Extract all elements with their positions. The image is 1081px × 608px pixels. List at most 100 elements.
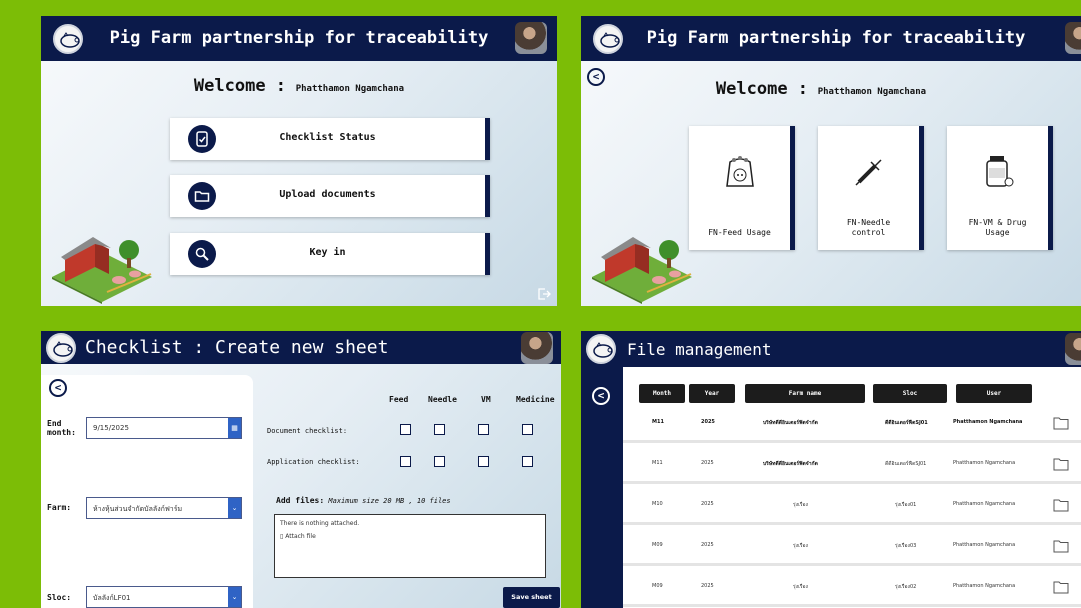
table-row[interactable]: M09 2025 รุ่งเรือง รุ่งเรือง02 Phatthamo… (623, 569, 1081, 607)
cell-month: M09 (652, 583, 663, 589)
folder-icon[interactable] (1053, 539, 1069, 553)
application-medicine-checkbox[interactable] (522, 456, 533, 467)
user-avatar[interactable] (521, 332, 553, 364)
farm-illustration-icon (592, 237, 692, 304)
welcome-label: Welcome : (715, 79, 809, 99)
key-in-button[interactable]: Key in (170, 233, 490, 275)
document-needle-checkbox[interactable] (434, 424, 445, 435)
upload-documents-button[interactable]: Upload documents (170, 175, 490, 217)
cell-sloc: ดีดีอินเตอร์ฟีดSJ01 (885, 420, 928, 426)
paperclip-icon: ▯ (280, 533, 284, 540)
save-sheet-button[interactable]: Save sheet (503, 587, 560, 608)
pig-logo-icon[interactable] (586, 334, 616, 364)
header-bar: Checklist : Create new sheet (41, 331, 561, 364)
sheet-form: < End month: 9/15/2025 ▦ Farm: ห้างหุ้นส่… (41, 375, 253, 608)
application-feed-checkbox[interactable] (400, 456, 411, 467)
cell-year: 2025 (701, 542, 714, 548)
document-medicine-checkbox[interactable] (522, 424, 533, 435)
column-vm: VM (481, 395, 491, 404)
table-row[interactable]: M10 2025 รุ่งเรือง รุ่งเรือง01 Phatthamo… (623, 487, 1081, 525)
add-files-label: Add files: Maximum size 20 MB , 10 files (276, 496, 451, 505)
calendar-icon[interactable]: ▦ (228, 418, 241, 438)
fn-needle-control-card[interactable]: FN-Needle control (818, 126, 924, 250)
cell-month: M11 (652, 419, 664, 425)
folder-icon[interactable] (1053, 580, 1069, 594)
header-user: User (956, 384, 1032, 403)
app-title: Pig Farm partnership for traceability (109, 28, 489, 48)
back-icon[interactable]: < (49, 379, 67, 397)
document-checklist-label: Document checklist: (267, 427, 348, 435)
application-vm-checkbox[interactable] (478, 456, 489, 467)
welcome-line: Welcome : Phatthamon Ngamchana (581, 79, 1071, 99)
table-row[interactable]: M11 2025 บริษัทดีดีอินเตอร์ฟิดจำกัด ดีดี… (623, 446, 1081, 484)
end-month-label: End month: (47, 419, 76, 437)
card-label: FN-VM & Drug Usage (968, 218, 1027, 237)
end-month-date-picker[interactable]: 9/15/2025 ▦ (86, 417, 242, 439)
cell-farm: รุ่งเรือง (793, 584, 808, 590)
table-row[interactable]: M11 2025 บริษัทดีดีอินเตอร์ฟิดจำกัด ดีดี… (623, 405, 1081, 443)
application-checklist-label: Application checklist: (267, 458, 360, 466)
cell-farm: รุ่งเรือง (793, 502, 808, 508)
cell-user: Phatthamon Ngamchana (953, 583, 1016, 589)
cell-user: Phatthamon Ngamchana (953, 542, 1016, 548)
user-avatar[interactable] (1065, 22, 1081, 54)
cell-farm: บริษัทดีดีอินเตอร์ฟิดจำกัด (763, 461, 818, 467)
page-title: Checklist : Create new sheet (85, 337, 389, 358)
table-row[interactable]: M09 2025 รุ่งเรือง รุ่งเรือง03 Phatthamo… (623, 528, 1081, 566)
fn-vm-drug-usage-card[interactable]: FN-VM & Drug Usage (947, 126, 1053, 250)
checklist-status-button[interactable]: Checklist Status (170, 118, 490, 160)
folder-icon[interactable] (1053, 416, 1069, 430)
document-feed-checkbox[interactable] (400, 424, 411, 435)
farm-illustration-icon (52, 237, 152, 304)
sloc-dropdown[interactable]: บัลลังก์LF01 ⌄ (86, 586, 242, 608)
card-label: FN-Feed Usage (708, 228, 771, 237)
document-vm-checkbox[interactable] (478, 424, 489, 435)
fn-feed-usage-card[interactable]: FN-Feed Usage (689, 126, 795, 250)
cell-farm: บริษัทดีดีอินเตอร์ฟิดจำกัด (763, 420, 818, 426)
cell-month: M09 (652, 542, 663, 548)
header-farm-name: Farm name (745, 384, 865, 403)
home-screen: Pig Farm partnership for traceability We… (41, 16, 557, 306)
user-name: Phatthamon Ngamchana (295, 84, 405, 94)
header-bar: Pig Farm partnership for traceability (581, 16, 1081, 61)
cell-farm: รุ่งเรือง (793, 543, 808, 549)
chevron-down-icon[interactable]: ⌄ (228, 587, 241, 607)
files-table: Month Year Farm name Sloc User M11 2025 … (623, 367, 1081, 608)
cell-year: 2025 (701, 460, 714, 466)
card-label: FN-Needle control (846, 218, 891, 237)
key-in-label: Key in (309, 247, 346, 258)
cell-year: 2025 (701, 583, 714, 589)
feed-sack-icon (726, 156, 754, 187)
application-needle-checkbox[interactable] (434, 456, 445, 467)
column-medicine: Medicine (516, 395, 555, 404)
cell-sloc: รุ่งเรือง02 (895, 584, 917, 590)
checklist-screen: Checklist : Create new sheet < End month:… (41, 331, 561, 608)
logout-icon[interactable] (537, 287, 551, 301)
cell-sloc: รุ่งเรือง01 (895, 502, 917, 508)
pig-logo-icon[interactable] (46, 333, 76, 363)
welcome-label: Welcome : (193, 76, 287, 96)
cell-sloc: ดีดีอินเตอร์ฟีดSJ01 (885, 461, 927, 467)
user-avatar[interactable] (1065, 333, 1081, 365)
medicine-icon (986, 156, 1014, 187)
user-avatar[interactable] (515, 22, 547, 54)
app-title: Pig Farm partnership for traceability (646, 28, 1026, 48)
chevron-down-icon[interactable]: ⌄ (228, 498, 241, 518)
cell-month: M11 (652, 460, 663, 466)
upload-documents-label: Upload documents (279, 189, 376, 200)
file-management-screen: File management < Month Year Farm name S… (581, 331, 1081, 608)
cell-user: Phatthamon Ngamchana (953, 419, 1023, 425)
attach-file-link[interactable]: ▯ Attach file (280, 533, 540, 540)
folder-icon[interactable] (1053, 498, 1069, 512)
header-year: Year (689, 384, 735, 403)
folder-icon[interactable] (1053, 457, 1069, 471)
sloc-label: Sloc: (47, 593, 72, 602)
cell-user: Phatthamon Ngamchana (953, 501, 1016, 507)
farm-dropdown[interactable]: ห้างหุ้นส่วนจำกัดบัลลังก์ฟาร์ม ⌄ (86, 497, 242, 519)
header-month: Month (639, 384, 685, 403)
welcome-line: Welcome : Phatthamon Ngamchana (41, 76, 557, 96)
back-icon[interactable]: < (592, 387, 610, 405)
attachment-box[interactable]: There is nothing attached. ▯ Attach file (274, 514, 546, 578)
user-name: Phatthamon Ngamchana (817, 87, 927, 97)
checklist-status-label: Checklist Status (279, 132, 376, 143)
